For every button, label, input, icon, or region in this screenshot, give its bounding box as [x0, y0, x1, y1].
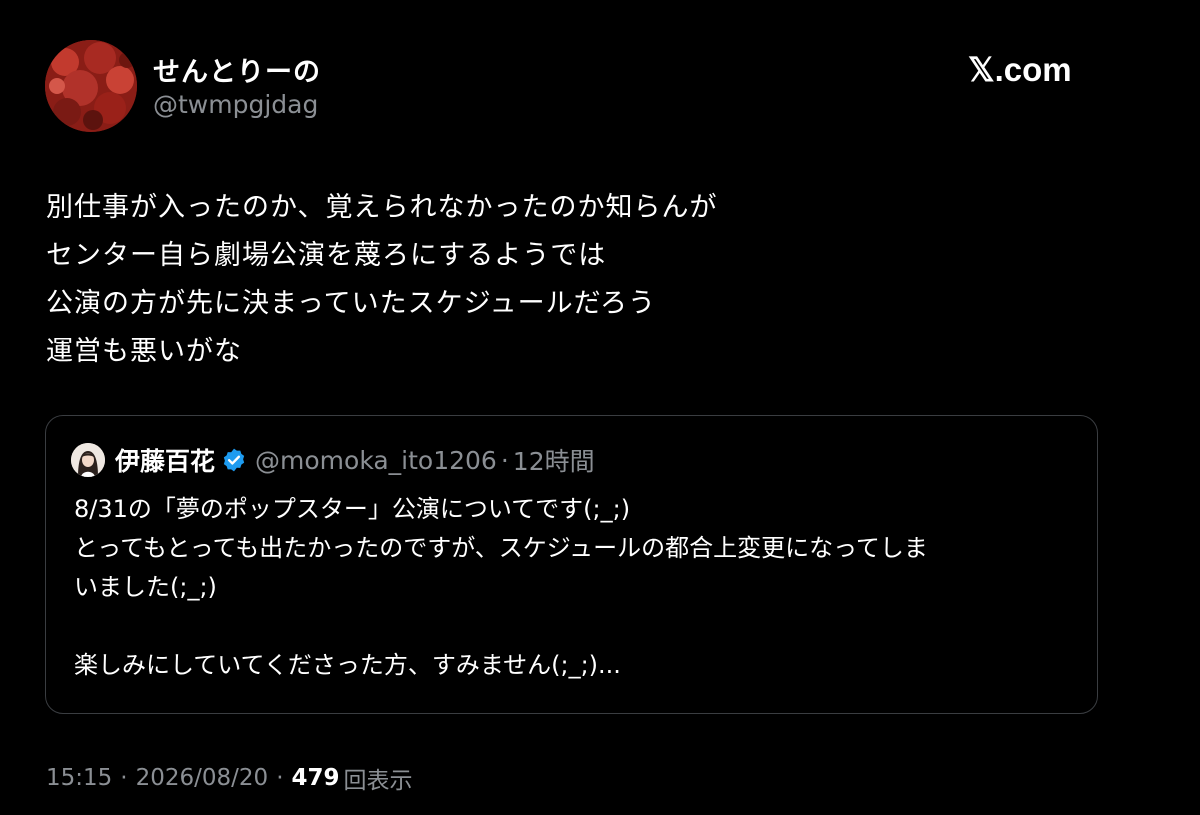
quoted-author-handle[interactable]: @momoka_ito1206	[255, 446, 497, 475]
x-com-logo: 𝕏.com	[968, 51, 1072, 88]
author-handle[interactable]: @twmpgjdag	[153, 90, 318, 119]
tweet-date[interactable]: 2026/08/20	[136, 765, 269, 791]
tweet-text: 別仕事が入ったのか、覚えられなかったのか知らんが センター自ら劇場公演を蔑ろにす…	[46, 184, 1146, 376]
quoted-line: 8/31の「夢のポップスター」公演についてです(;_;)	[74, 495, 631, 523]
separator-dot: ·	[276, 765, 284, 791]
quoted-author-avatar[interactable]	[71, 443, 105, 477]
quoted-line: いました(;_;)	[74, 573, 217, 601]
views-count: 479	[291, 765, 340, 791]
views-label: 回表示	[343, 768, 413, 794]
quoted-line: 楽しみにしていてくださった方、すみません(;_;)...	[74, 651, 621, 679]
red-maple-leaves-image	[45, 40, 137, 132]
tweet-line: 別仕事が入ったのか、覚えられなかったのか知らんが	[46, 192, 718, 223]
portrait-image	[71, 443, 105, 477]
tweet-line: センター自ら劇場公演を蔑ろにするようでは	[46, 240, 607, 271]
quoted-tweet-text: 8/31の「夢のポップスター」公演についてです(;_;) とってもとっても出たか…	[74, 490, 1074, 685]
tweet-line: 公演の方が先に決まっていたスケジュールだろう	[46, 288, 657, 319]
verified-badge-icon	[223, 448, 245, 472]
author-avatar[interactable]	[45, 40, 137, 132]
quoted-author-name[interactable]: 伊藤百花	[115, 442, 215, 478]
author-display-name[interactable]: せんとりーの	[153, 50, 321, 89]
quoted-line	[74, 607, 1074, 646]
quoted-tweet-card[interactable]: 伊藤百花 @momoka_ito1206 · 12時間 8/31の「夢のポップス…	[45, 415, 1098, 714]
quoted-line: とってもとっても出たかったのですが、スケジュールの都合上変更になってしま	[74, 534, 928, 562]
separator-dot: ·	[120, 765, 128, 791]
tweet-line: 運営も悪いがな	[46, 336, 242, 367]
tweet-screenshot: せんとりーの @twmpgjdag 𝕏.com 別仕事が入ったのか、覚えられなか…	[0, 0, 1200, 815]
quoted-tweet-time[interactable]: 12時間	[513, 442, 595, 478]
tweet-meta: 15:15 · 2026/08/20 · 479 回表示	[46, 763, 413, 794]
separator-dot: ·	[500, 445, 509, 475]
quoted-tweet-header: 伊藤百花 @momoka_ito1206 · 12時間	[71, 442, 595, 478]
tweet-time[interactable]: 15:15	[46, 765, 112, 791]
